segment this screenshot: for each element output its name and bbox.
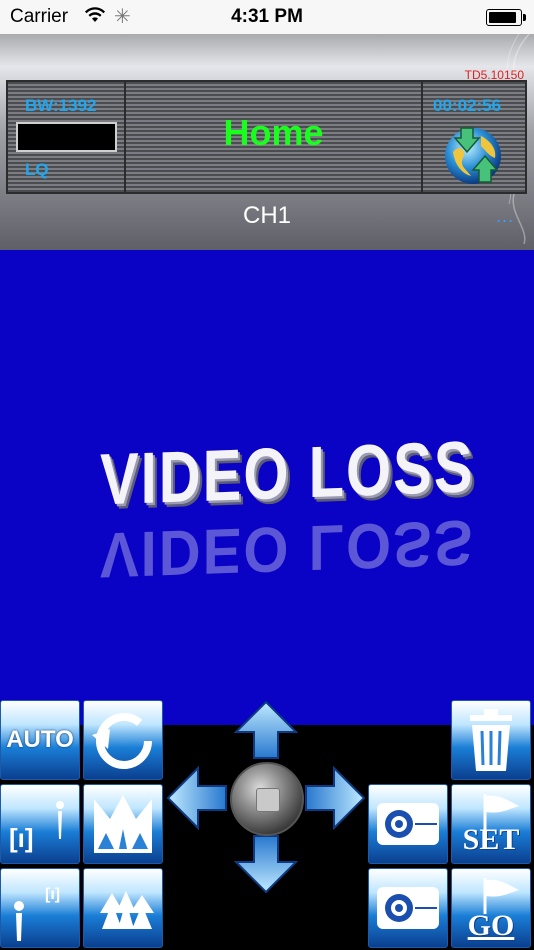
ptz-controls: AUTO [ı] [ı] SET GO — [0, 700, 534, 950]
elapsed-time: 00:02:56 — [433, 96, 502, 115]
go-label: GO — [467, 909, 515, 942]
svg-text:[ı]: [ı] — [45, 886, 60, 903]
refresh-button[interactable] — [83, 700, 163, 780]
set-label: SET — [462, 823, 520, 856]
timer-panel: 00:02:56 — [421, 80, 527, 194]
svg-text:[ı]: [ı] — [9, 823, 34, 853]
bandwidth-panel: BW:1392 LQ — [6, 80, 126, 194]
zoom-in-icon — [94, 795, 152, 853]
auto-button[interactable]: AUTO — [0, 700, 80, 780]
zoom-in-button[interactable] — [83, 784, 163, 864]
version-label: TD5.10150 — [464, 68, 524, 82]
location-title: Home — [223, 112, 324, 153]
preset-set-button[interactable]: SET — [451, 784, 531, 864]
joystick-center[interactable] — [230, 762, 304, 836]
refresh-icon — [92, 713, 152, 769]
focus-far-icon: [ı] — [14, 886, 60, 941]
zoom-out-button[interactable] — [83, 868, 163, 948]
arrow-left-icon[interactable] — [166, 766, 228, 830]
camera-icon — [377, 803, 439, 845]
bandwidth-meter — [16, 122, 117, 152]
zoom-out-icon — [100, 891, 154, 929]
trash-icon — [470, 709, 512, 771]
video-loss-reflection: VIDEO LOSS — [100, 506, 475, 591]
snapshot-button[interactable] — [368, 784, 448, 864]
camera-icon — [377, 887, 439, 929]
arrow-right-icon[interactable] — [304, 766, 366, 830]
connection-header: BW:1392 LQ Home 00:02:56 TD5.10150 CH1 .… — [0, 34, 534, 250]
globe-sync-icon[interactable] — [441, 122, 505, 186]
joystick-knob — [256, 788, 280, 812]
focus-far-button[interactable]: [ı] — [0, 868, 80, 948]
battery-icon — [486, 9, 526, 26]
arrow-down-icon[interactable] — [234, 834, 298, 894]
focus-near-icon: [ı] — [9, 801, 64, 853]
clock: 4:31 PM — [231, 6, 303, 27]
location-panel: Home — [124, 80, 423, 194]
record-button[interactable] — [368, 868, 448, 948]
status-bar: Carrier ✳ 4:31 PM — [0, 0, 534, 34]
channel-label[interactable]: CH1 — [0, 202, 534, 230]
quality-toggle[interactable]: LQ — [25, 160, 49, 180]
bandwidth-label: BW:1392 — [25, 96, 97, 115]
delete-button[interactable] — [451, 700, 531, 780]
arrow-up-icon[interactable] — [234, 700, 298, 760]
preset-go-button[interactable]: GO — [451, 868, 531, 948]
focus-near-button[interactable]: [ı] — [0, 784, 80, 864]
video-view[interactable]: VIDEO LOSS VIDEO LOSS — [0, 250, 534, 725]
auto-label: AUTO — [6, 726, 74, 753]
more-button[interactable]: ... — [496, 206, 514, 227]
